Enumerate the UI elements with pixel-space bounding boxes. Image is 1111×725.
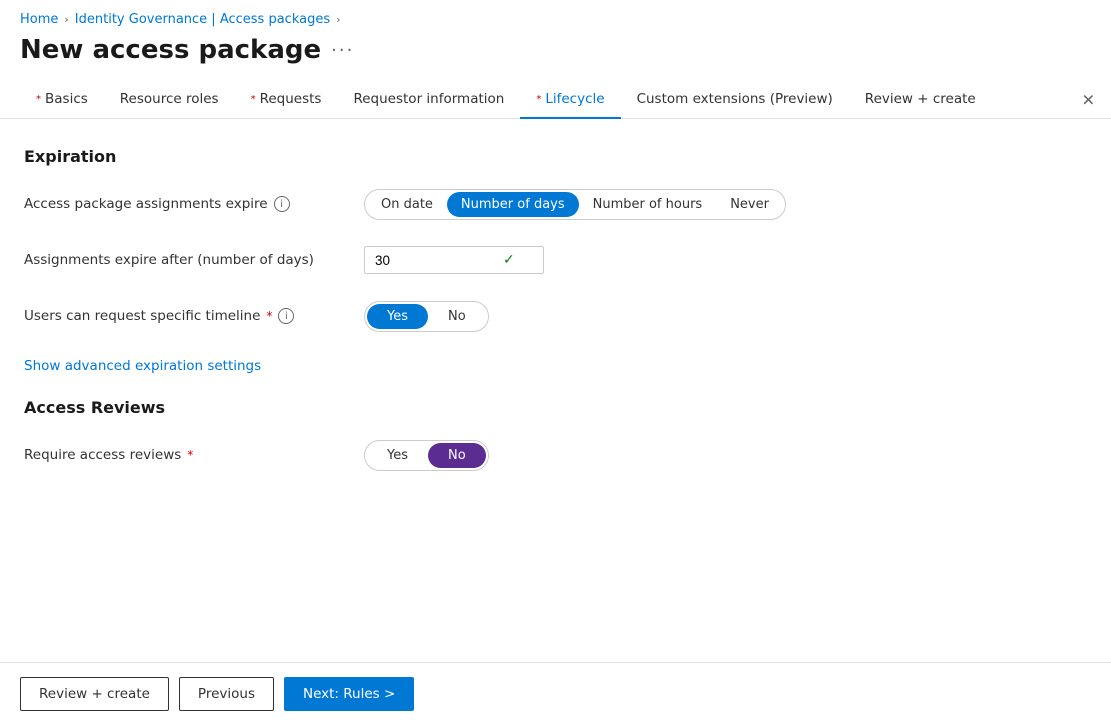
specific-timeline-no[interactable]: No [428, 304, 486, 329]
tab-custom-extensions[interactable]: Custom extensions (Preview) [621, 81, 849, 119]
tab-requestor-info-label: Requestor information [353, 91, 504, 107]
tab-review-create[interactable]: Review + create [849, 81, 992, 119]
close-button[interactable]: ✕ [1074, 86, 1103, 113]
previous-button[interactable]: Previous [179, 677, 274, 711]
tab-resource-roles[interactable]: Resource roles [104, 81, 235, 119]
tab-lifecycle-star: * [536, 94, 541, 105]
tab-requestor-info[interactable]: Requestor information [337, 81, 520, 119]
expire-after-label-text: Assignments expire after (number of days… [24, 252, 314, 268]
specific-timeline-yn: Yes No [364, 301, 489, 332]
show-advanced-link[interactable]: Show advanced expiration settings [24, 358, 261, 374]
specific-timeline-info-icon[interactable]: i [278, 308, 294, 324]
specific-timeline-star: * [266, 309, 272, 323]
tab-basics[interactable]: * Basics [20, 81, 104, 119]
assignments-expire-label: Access package assignments expire i [24, 196, 364, 212]
expire-after-label: Assignments expire after (number of days… [24, 252, 364, 268]
page-wrapper: Home › Identity Governance | Access pack… [0, 0, 1111, 725]
page-header: New access package ··· [0, 31, 1111, 81]
require-reviews-no[interactable]: No [428, 443, 486, 468]
page-title: New access package [20, 35, 321, 65]
next-button[interactable]: Next: Rules > [284, 677, 414, 711]
expire-after-input[interactable] [375, 253, 495, 268]
tab-resource-roles-label: Resource roles [120, 91, 219, 107]
tab-requests[interactable]: * Requests [235, 81, 338, 119]
require-reviews-label: Require access reviews * [24, 447, 364, 463]
tab-requests-star: * [251, 94, 256, 105]
require-reviews-row: Require access reviews * Yes No [24, 437, 1087, 473]
expire-after-checkmark: ✓ [503, 252, 515, 268]
tab-lifecycle[interactable]: * Lifecycle [520, 81, 620, 119]
breadcrumb-home[interactable]: Home [20, 12, 58, 27]
require-reviews-yes[interactable]: Yes [367, 443, 428, 468]
tab-basics-label: Basics [45, 91, 88, 107]
tab-lifecycle-label: Lifecycle [545, 91, 604, 107]
require-reviews-star: * [187, 448, 193, 462]
expire-option-number-of-hours[interactable]: Number of hours [579, 192, 717, 217]
main-content: Expiration Access package assignments ex… [0, 119, 1111, 662]
tab-requests-label: Requests [260, 91, 322, 107]
specific-timeline-row: Users can request specific timeline * i … [24, 298, 1087, 334]
specific-timeline-label-text: Users can request specific timeline [24, 308, 260, 324]
advanced-settings-container: Show advanced expiration settings [24, 354, 1087, 374]
assignments-expire-label-text: Access package assignments expire [24, 196, 268, 212]
ellipsis-menu[interactable]: ··· [331, 40, 354, 61]
require-reviews-label-text: Require access reviews [24, 447, 181, 463]
expire-after-input-wrapper: ✓ [364, 246, 544, 274]
expiration-section-title: Expiration [24, 147, 1087, 166]
tabs-bar: * Basics Resource roles * Requests Reque… [0, 81, 1111, 119]
require-reviews-yn: Yes No [364, 440, 489, 471]
tab-review-create-label: Review + create [865, 91, 976, 107]
tab-custom-extensions-label: Custom extensions (Preview) [637, 91, 833, 107]
breadcrumb-identity-governance[interactable]: Identity Governance | Access packages [75, 12, 330, 27]
breadcrumb-chevron-1: › [64, 13, 68, 26]
assignments-expire-segmented: On date Number of days Number of hours N… [364, 189, 786, 220]
expire-option-number-of-days[interactable]: Number of days [447, 192, 579, 217]
specific-timeline-yes[interactable]: Yes [367, 304, 428, 329]
footer: Review + create Previous Next: Rules > [0, 662, 1111, 725]
review-create-button[interactable]: Review + create [20, 677, 169, 711]
access-reviews-section-title: Access Reviews [24, 398, 1087, 417]
breadcrumb: Home › Identity Governance | Access pack… [0, 0, 1111, 31]
assignments-expire-row: Access package assignments expire i On d… [24, 186, 1087, 222]
breadcrumb-chevron-2: › [336, 13, 340, 26]
expire-option-on-date[interactable]: On date [367, 192, 447, 217]
expire-option-never[interactable]: Never [716, 192, 783, 217]
expire-after-row: Assignments expire after (number of days… [24, 242, 1087, 278]
tab-basics-star: * [36, 94, 41, 105]
specific-timeline-label: Users can request specific timeline * i [24, 308, 364, 324]
assignments-expire-info-icon[interactable]: i [274, 196, 290, 212]
